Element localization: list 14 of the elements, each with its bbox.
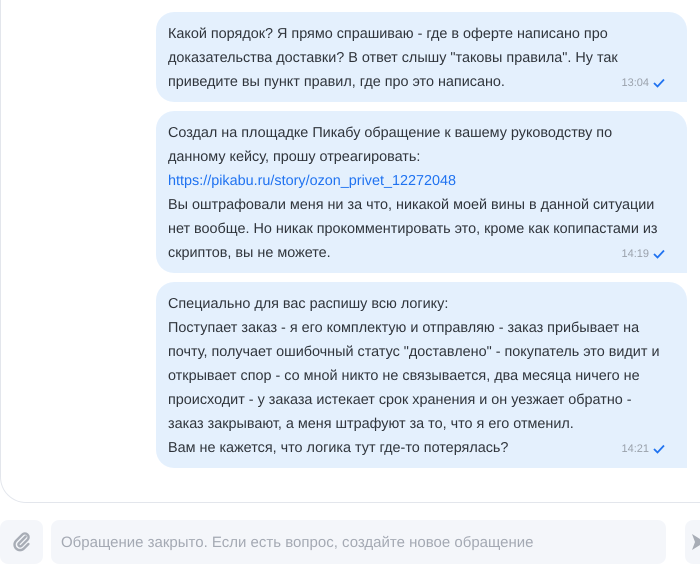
message-text: Специально для вас распишу всю логику: (168, 295, 450, 314)
attach-button[interactable] (0, 520, 43, 564)
paperclip-icon (10, 531, 32, 553)
message-time: 14:21 (621, 442, 649, 457)
send-icon (690, 532, 700, 552)
message-text: Поступает заказ - я его комплектую и отправляю - заказ прибывает на почту, получает ошибочный статус "доставлено" - покупатель это видит и открывает спор - со мной никто не связывается, два месяца ничего не происходит - у заказа истекает срок хранения и он уезжает обратно - заказ закрывают, а меня штрафуют за то, что я его отменил. (168, 319, 660, 434)
send-button[interactable] (685, 520, 700, 564)
message-time: 13:04 (621, 76, 649, 91)
message-text: Вы оштрафовали меня ни за что, никакой моей вины в данной ситуации нет вообще. Но никак прокомментировать это, кроме как копипастами из скриптов, вы не можете. 14:19 (168, 193, 665, 265)
message-time: 14:19 (621, 247, 649, 262)
message-text: Какой порядок? Я прямо спрашиваю - где в оферте написано про доказательства доставки? В ответ слышу "таковы правила". Ну так приведите вы пункт правил, где про это написано. 13:04 (168, 22, 665, 94)
message-text: Вам не кажется, что логика тут где-то потерялась? 14:21 (168, 436, 665, 460)
message-text: Создал на площадке Пикабу обращение к вашему руководству по данному кейсу, прошу отреагировать: (168, 124, 614, 167)
message-link[interactable]: https://pikabu.ru/story/ozon_privet_12272048 (168, 169, 665, 193)
